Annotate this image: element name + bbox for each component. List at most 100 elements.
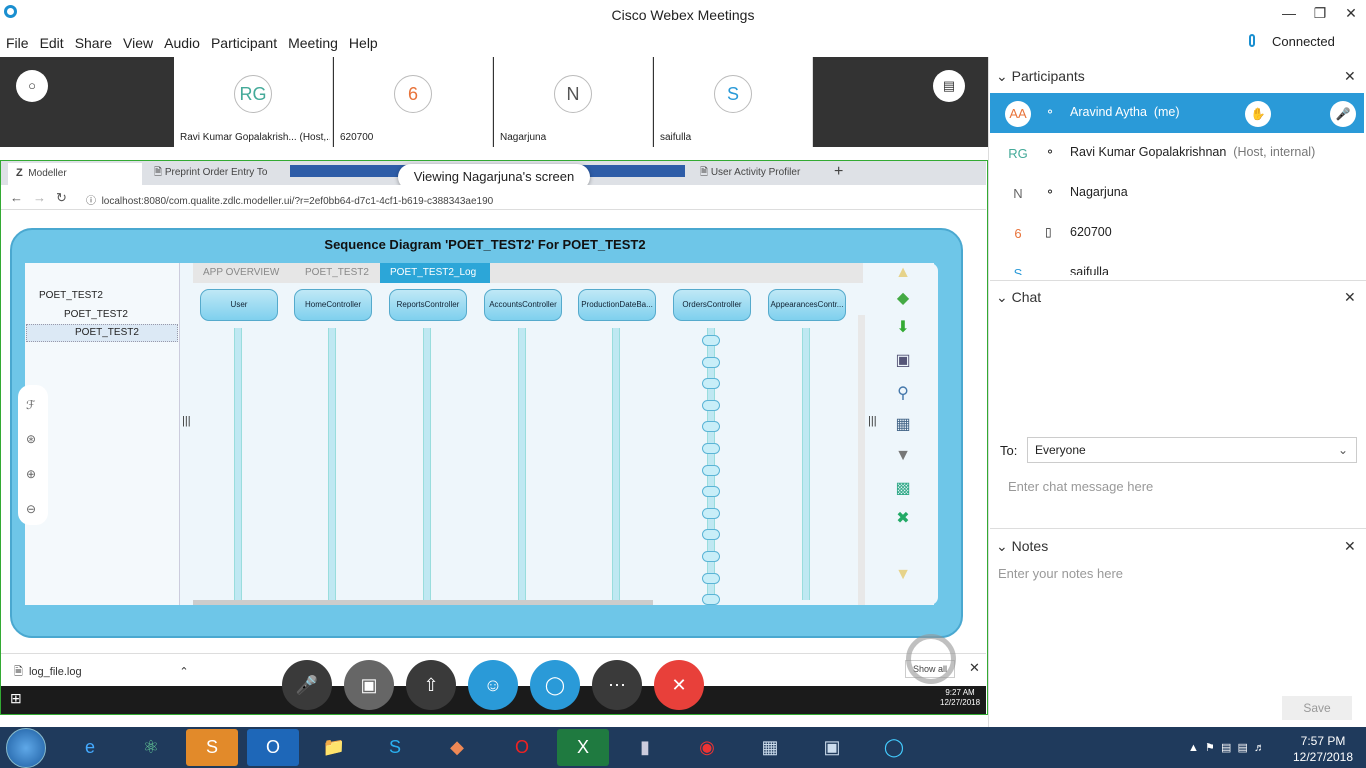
participant-row[interactable]: N ⚬ Nagarjuna: [990, 173, 1364, 213]
menu-view[interactable]: View: [123, 35, 153, 51]
video-tile[interactable]: S saifulla: [654, 57, 813, 147]
tree-item[interactable]: POET_TEST2: [39, 290, 103, 301]
new-tab-icon[interactable]: +: [834, 163, 843, 181]
layout-toggle-icon[interactable]: ▤: [933, 70, 965, 102]
excel-taskbar-icon[interactable]: X: [557, 729, 609, 766]
opera-icon[interactable]: O: [496, 729, 548, 766]
browser-tab[interactable]: 🗎 User Activity Profiler: [692, 163, 822, 185]
tree-item[interactable]: POET_TEST2: [64, 309, 128, 320]
layout-icon[interactable]: ○: [16, 70, 48, 102]
forward-icon[interactable]: →: [33, 190, 46, 205]
lifeline-header[interactable]: AppearancesContr...: [768, 289, 846, 321]
close-download-icon[interactable]: ✕: [969, 660, 980, 676]
participant-row[interactable]: 6 ▯ 620700: [990, 213, 1364, 253]
atom-icon[interactable]: ⚛: [125, 729, 177, 766]
video-tile[interactable]: N Nagarjuna: [494, 57, 653, 147]
lifeline-header[interactable]: HomeController: [294, 289, 372, 321]
crumb-poet-log[interactable]: POET_TEST2_Log: [380, 263, 490, 283]
close-notes-icon[interactable]: ✕: [1344, 538, 1356, 555]
notes-input[interactable]: Enter your notes here: [998, 566, 1123, 581]
notebook-icon[interactable]: ▮: [619, 729, 671, 766]
cursor-ring: [906, 634, 956, 684]
download-file[interactable]: 🗎 log_file.log ⌃: [14, 663, 189, 682]
diagram-icon[interactable]: ▦: [891, 414, 915, 436]
filter-icon[interactable]: ▼: [891, 445, 915, 467]
chrome-icon[interactable]: ◉: [681, 729, 733, 766]
webex-taskbar-icon[interactable]: ◯: [868, 729, 920, 766]
participant-row[interactable]: RG ⚬ Ravi Kumar Gopalakrishnan (Host, in…: [990, 133, 1364, 173]
reload-icon[interactable]: ↻: [56, 190, 67, 206]
menu-audio[interactable]: Audio: [164, 35, 200, 51]
close-icon[interactable]: ✕: [1336, 5, 1366, 22]
search-icon[interactable]: ⚲: [891, 383, 915, 405]
participants-button[interactable]: ☺: [468, 660, 518, 710]
restore-icon[interactable]: ❐: [1305, 5, 1335, 22]
video-tile[interactable]: RG Ravi Kumar Gopalakrish... (Host,...: [174, 57, 333, 147]
export-icon[interactable]: ▩: [891, 478, 915, 500]
video-button[interactable]: ▣: [344, 660, 394, 710]
share-button[interactable]: ⇧: [406, 660, 456, 710]
crumb-poet-test2[interactable]: POET_TEST2: [295, 263, 379, 283]
chat-header[interactable]: ⌄ Chat: [996, 289, 1041, 306]
sublime-icon[interactable]: S: [186, 729, 238, 766]
lifeline-header[interactable]: OrdersController: [673, 289, 751, 321]
ie-icon[interactable]: e: [64, 729, 116, 766]
menu-edit[interactable]: Edit: [40, 35, 64, 51]
chat-recipient-select[interactable]: Everyone ⌄: [1027, 437, 1357, 463]
remote-desktop-icon[interactable]: ▣: [806, 729, 858, 766]
splitter-right[interactable]: |||: [868, 415, 877, 427]
lifeline-header[interactable]: User: [200, 289, 278, 321]
pen-icon[interactable]: ℱ: [26, 398, 35, 412]
lifeline-header[interactable]: AccountsController: [484, 289, 562, 321]
lifeline-header[interactable]: ReportsController: [389, 289, 467, 321]
mute-button[interactable]: 🎤: [282, 660, 332, 710]
notes-header[interactable]: ⌄ Notes: [996, 538, 1048, 555]
participant-row[interactable]: S saifulla: [990, 253, 1364, 275]
explorer-icon[interactable]: 📁: [308, 729, 360, 766]
save-button[interactable]: Save: [1282, 696, 1352, 720]
arrow-up-icon[interactable]: ▲: [891, 262, 915, 284]
leave-button[interactable]: ✕: [654, 660, 704, 710]
tray-icons[interactable]: ▲ ⚑ ▤ ▤ ♬: [1188, 741, 1265, 754]
lifeline-header[interactable]: ProductionDateBa...: [578, 289, 656, 321]
start-button[interactable]: [6, 728, 46, 768]
menu-help[interactable]: Help: [349, 35, 378, 51]
menu-participant[interactable]: Participant: [211, 35, 277, 51]
chat-input[interactable]: Enter chat message here: [1008, 479, 1153, 494]
zoom-out-icon[interactable]: ⊖: [26, 502, 36, 516]
eraser-icon[interactable]: ◆: [891, 288, 915, 310]
participants-header[interactable]: ⌄ Participants: [996, 68, 1085, 85]
broadcast-icon[interactable]: ⊛: [26, 432, 36, 446]
url-field[interactable]: ⓘ localhost:8080/com.qualite.zdlc.modell…: [86, 192, 493, 207]
h-scrollbar[interactable]: [193, 600, 653, 605]
raise-hand-icon[interactable]: ✋: [1245, 101, 1271, 127]
menu-file[interactable]: File: [6, 35, 29, 51]
outlook-icon[interactable]: O: [247, 729, 299, 766]
chat-button[interactable]: ◯: [530, 660, 580, 710]
zoom-in-icon[interactable]: ⊕: [26, 467, 36, 481]
back-icon[interactable]: ←: [10, 190, 23, 205]
participant-row[interactable]: AA ⚬ Aravind Aytha (me) ✋ 🎤: [990, 93, 1364, 133]
browser-tab[interactable]: Z Modeller: [8, 163, 142, 185]
save-icon[interactable]: ▣: [891, 350, 915, 372]
excel-icon[interactable]: ✖: [891, 508, 915, 530]
skype-icon[interactable]: S: [369, 729, 421, 766]
splitter-left[interactable]: |||: [182, 415, 191, 427]
video-tile[interactable]: 6 620700: [334, 57, 493, 147]
windows-start-icon[interactable]: ⊞: [10, 690, 22, 707]
more-button[interactable]: ⋯: [592, 660, 642, 710]
v-scrollbar[interactable]: [858, 315, 865, 605]
tree-item[interactable]: POET_TEST2: [75, 327, 139, 338]
close-chat-icon[interactable]: ✕: [1344, 289, 1356, 306]
download-icon[interactable]: ⬇: [891, 317, 915, 339]
minimize-icon[interactable]: —: [1274, 5, 1304, 21]
network-icon[interactable]: ▦: [744, 729, 796, 766]
arrow-down-icon[interactable]: ▼: [891, 564, 915, 586]
browser-tab[interactable]: 🗎 Preprint Order Entry To: [146, 163, 276, 185]
app-icon[interactable]: ◆: [431, 729, 483, 766]
close-participants-icon[interactable]: ✕: [1344, 68, 1356, 85]
menu-share[interactable]: Share: [75, 35, 112, 51]
menu-meeting[interactable]: Meeting: [288, 35, 338, 51]
mic-muted-icon[interactable]: 🎤: [1330, 101, 1356, 127]
crumb-app-overview[interactable]: APP OVERVIEW: [193, 263, 289, 283]
